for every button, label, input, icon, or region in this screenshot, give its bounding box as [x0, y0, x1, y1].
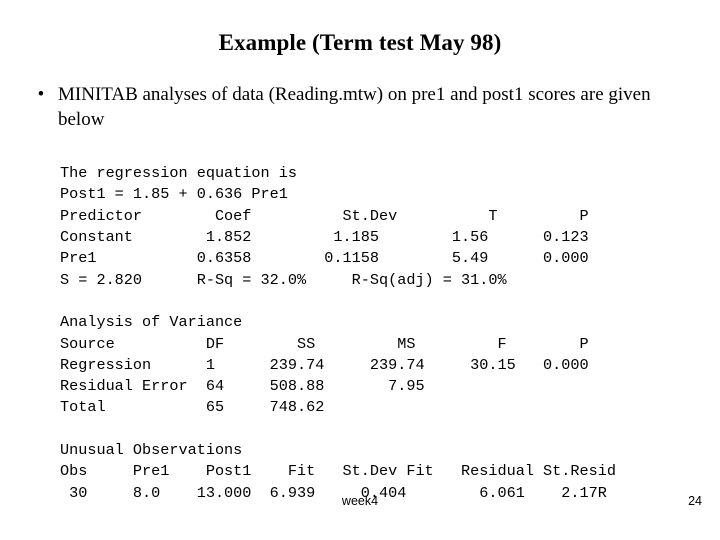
bullet-list: • MINITAB analyses of data (Reading.mtw)…	[26, 82, 696, 132]
minitab-output: The regression equation is Post1 = 1.85 …	[60, 164, 616, 502]
page-number: 24	[688, 494, 702, 508]
list-item: • MINITAB analyses of data (Reading.mtw)…	[26, 82, 696, 132]
page-title: Example (Term test May 98)	[218, 30, 502, 55]
bullet-item-label: MINITAB analyses of data (Reading.mtw) o…	[58, 84, 651, 130]
slide: Example (Term test May 98) • MINITAB ana…	[0, 0, 720, 540]
footer-label: week4	[341, 494, 379, 508]
bullet-marker-icon: •	[37, 84, 45, 105]
